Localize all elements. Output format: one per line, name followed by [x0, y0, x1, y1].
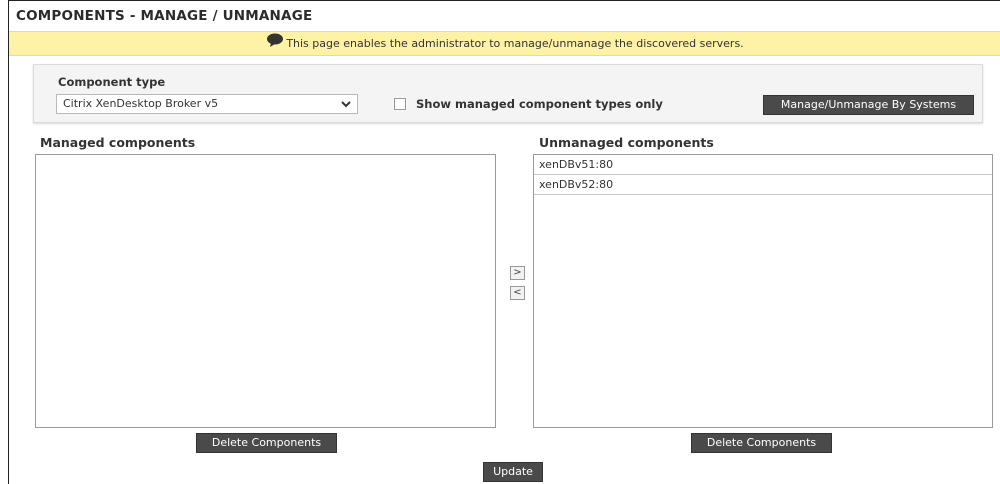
speech-bubble-icon	[267, 33, 284, 47]
main-frame: COMPONENTS - MANAGE / UNMANAGE This page…	[8, 0, 1000, 484]
page-title: COMPONENTS - MANAGE / UNMANAGE	[16, 8, 313, 24]
banner-text: This page enables the administrator to m…	[286, 37, 744, 50]
managed-components-title: Managed components	[40, 135, 196, 150]
filter-panel: Component type Citrix XenDesktop Broker …	[33, 64, 983, 123]
move-to-managed-button[interactable]: >	[510, 266, 525, 280]
show-managed-label: Show managed component types only	[416, 97, 663, 111]
managed-components-list[interactable]	[35, 154, 496, 428]
component-type-label: Component type	[58, 75, 166, 89]
unmanaged-components-list[interactable]: xenDBv51:80 xenDBv52:80	[533, 154, 993, 428]
manage-by-systems-button[interactable]: Manage/Unmanage By Systems	[763, 95, 974, 115]
info-banner: This page enables the administrator to m…	[9, 31, 1000, 56]
component-type-value: Citrix XenDesktop Broker v5	[63, 97, 219, 110]
move-to-unmanaged-button[interactable]: <	[510, 286, 525, 300]
update-button[interactable]: Update	[483, 462, 543, 482]
list-item[interactable]: xenDBv52:80	[534, 175, 992, 195]
list-item[interactable]: xenDBv51:80	[534, 155, 992, 175]
delete-unmanaged-components-button[interactable]: Delete Components	[691, 433, 832, 453]
component-type-select[interactable]: Citrix XenDesktop Broker v5	[56, 94, 358, 114]
unmanaged-components-title: Unmanaged components	[539, 135, 714, 150]
delete-managed-components-button[interactable]: Delete Components	[196, 433, 337, 453]
show-managed-checkbox[interactable]	[394, 98, 406, 110]
chevron-down-icon	[341, 101, 351, 108]
